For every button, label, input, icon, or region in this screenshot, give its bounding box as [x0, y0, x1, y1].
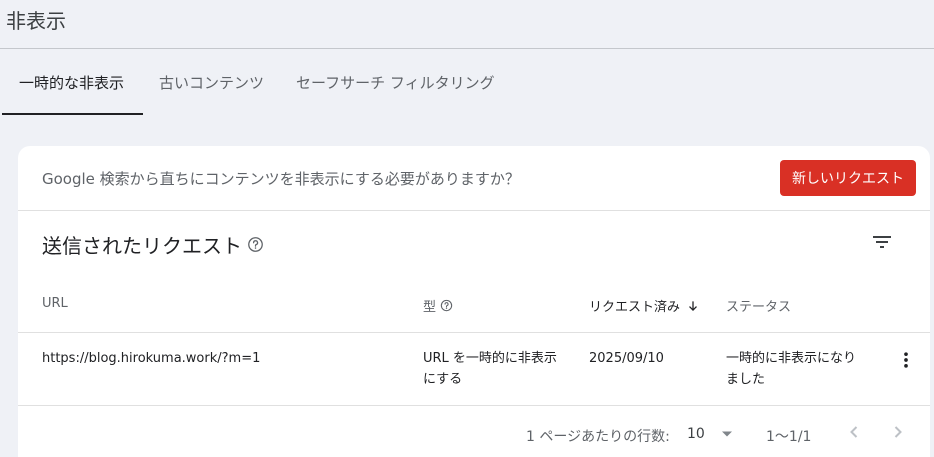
column-header-type-label: 型 [423, 300, 437, 315]
column-header-type[interactable]: 型 [423, 296, 453, 315]
dropdown-icon [722, 431, 733, 437]
tab-safesearch-filtering[interactable]: セーフサーチ フィルタリング [296, 49, 495, 115]
sort-arrow-icon [689, 300, 697, 311]
page-range: 1〜1/1 [766, 429, 812, 445]
divider [18, 210, 930, 211]
rows-per-page-label: 1 ページあたりの行数: [526, 429, 670, 445]
row-status-line2: ました [726, 372, 766, 387]
row-url: https://blog.hirokuma.work/?m=1 [42, 351, 261, 366]
section-title: 送信されたリクエスト [42, 230, 264, 259]
divider [18, 332, 930, 333]
row-date: 2025/09/10 [589, 351, 664, 366]
rows-per-page-select[interactable]: 10 [687, 426, 733, 442]
removal-prompt: Google 検索から直ちにコンテンツを非表示にする必要がありますか？ [42, 170, 520, 188]
filter-icon[interactable] [870, 230, 894, 254]
section-title-text: 送信されたリクエスト [42, 234, 242, 258]
new-request-button[interactable]: 新しいリクエスト [780, 160, 916, 196]
divider [18, 405, 930, 406]
more-vert-icon[interactable] [896, 350, 916, 370]
chevron-left-icon[interactable] [842, 420, 866, 444]
row-type-line1: URL を一時的に非表示 [423, 351, 557, 366]
tab-temporary-removal[interactable]: 一時的な非表示 [0, 49, 143, 115]
row-type: URL を一時的に非表示 にする [423, 348, 557, 390]
page-title: 非表示 [6, 9, 66, 33]
help-icon[interactable] [247, 236, 264, 253]
row-status-line1: 一時的に非表示になり [726, 351, 857, 366]
tab-outdated-content[interactable]: 古いコンテンツ [159, 49, 264, 115]
row-type-line2: にする [423, 372, 463, 387]
chevron-right-icon[interactable] [886, 420, 910, 444]
column-header-requested[interactable]: リクエスト済み [589, 296, 700, 315]
row-status: 一時的に非表示になり ました [726, 348, 856, 390]
column-header-status[interactable]: ステータス [726, 296, 791, 315]
help-icon[interactable] [440, 299, 453, 312]
column-header-url[interactable]: URL [42, 296, 68, 311]
column-header-requested-label: リクエスト済み [589, 300, 681, 315]
tab-bar: 一時的な非表示 古いコンテンツ セーフサーチ フィルタリング [0, 49, 495, 115]
rows-per-page-value: 10 [687, 426, 705, 442]
requests-card: Google 検索から直ちにコンテンツを非表示にする必要がありますか？ 新しいリ… [18, 146, 930, 457]
